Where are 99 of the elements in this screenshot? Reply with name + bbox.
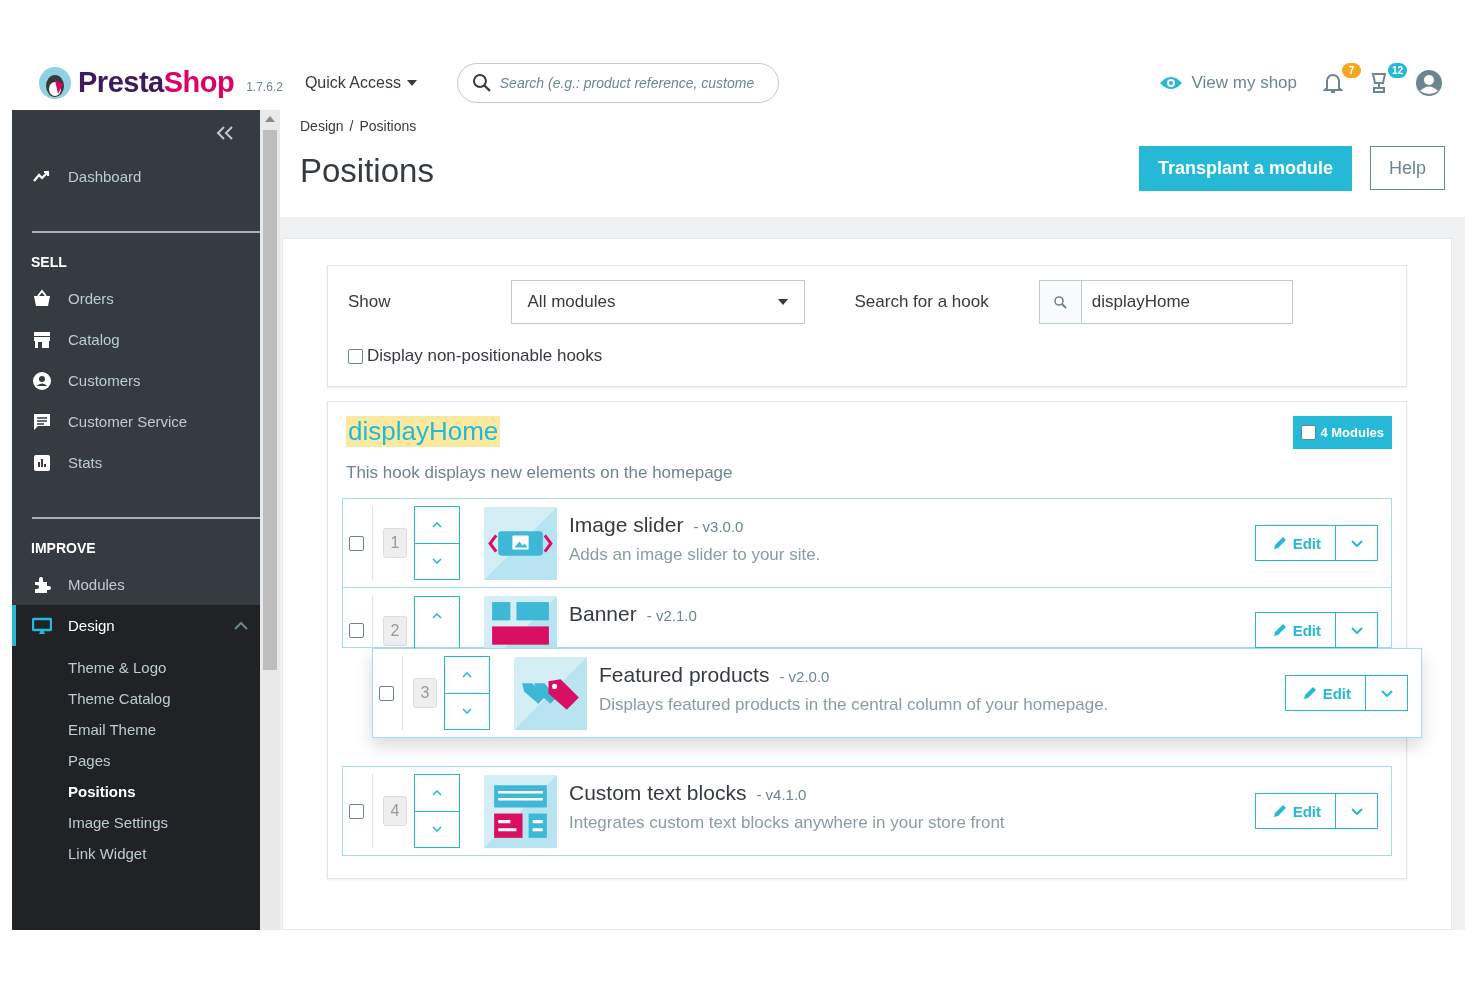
submenu-item[interactable]: Positions	[68, 776, 260, 807]
submenu-item[interactable]: Email Theme	[68, 714, 260, 745]
chevron-up-icon	[432, 521, 442, 528]
scroll-up-icon[interactable]	[265, 116, 275, 122]
user-avatar-icon[interactable]	[1415, 68, 1443, 97]
module-name: Banner	[569, 602, 637, 626]
position-number: 2	[383, 616, 407, 646]
logo-text: PrestaShop	[78, 66, 235, 99]
checkbox[interactable]	[349, 535, 364, 551]
trophy-icon[interactable]	[1369, 71, 1389, 94]
count-badge: 12	[1388, 62, 1407, 78]
submenu-item[interactable]: Pages	[68, 745, 260, 776]
module-row[interactable]: 4 Custom text blocks - v4.1.0 Integrates custom text blocks anywhere in your store front Edit	[342, 766, 1392, 856]
menu-item-icon	[32, 329, 52, 350]
module-name: Custom text blocks	[569, 781, 747, 805]
checkbox[interactable]	[1301, 425, 1317, 440]
menu-item-icon	[32, 288, 52, 309]
chevron-down-icon	[462, 708, 472, 715]
sidebar-item[interactable]: Customers	[12, 360, 260, 401]
module-row[interactable]: 3 Featured products - v2.0.0 Displays featured products in the central column of your homepage. Edit	[372, 648, 1422, 738]
hook-label: Search for a hook	[854, 292, 989, 312]
menu-item-icon	[32, 452, 52, 473]
module-row[interactable]: 1 Image slider - v3.0.0 Adds an image slider to your site. Edit	[342, 498, 1392, 588]
module-description: Displays featured products in the central column of your homepage.	[599, 695, 1110, 715]
pencil-icon	[1301, 685, 1318, 701]
sidebar-item[interactable]: Design	[12, 605, 260, 646]
submenu-item[interactable]: Image Settings	[68, 807, 260, 838]
module-version: - v2.0.0	[779, 668, 830, 685]
position-number: 4	[383, 796, 407, 826]
quick-access-menu[interactable]: Quick Access	[304, 73, 417, 92]
module-logo-icon	[484, 596, 557, 648]
chevron-down-icon	[432, 826, 442, 833]
module-description: Adds an image slider to your site.	[569, 545, 822, 565]
page-title: Positions	[300, 152, 434, 190]
chevron-up-icon	[432, 612, 442, 619]
show-label: Show	[348, 292, 391, 312]
menu-item-icon	[32, 370, 52, 391]
section-heading: SELL	[31, 254, 68, 270]
checkbox[interactable]	[349, 623, 364, 638]
module-description: Integrates custom text blocks anywhere in your store front	[569, 813, 1006, 833]
caret-down-icon	[777, 299, 788, 305]
breadcrumb-link[interactable]: Positions	[359, 118, 417, 134]
module-logo-icon	[514, 656, 587, 730]
hook-search-field[interactable]: displayHome	[1038, 280, 1293, 324]
count-badge: 7	[1342, 62, 1361, 78]
chevron-down-icon	[1380, 689, 1393, 697]
hook-name: displayHome	[346, 416, 501, 447]
sidebar-item[interactable]: Orders	[12, 278, 260, 319]
menu-item-icon	[32, 574, 52, 595]
menu-item-icon	[32, 615, 52, 636]
version-label: 1.7.6.2	[246, 79, 283, 94]
chevron-down-icon	[1350, 807, 1363, 815]
pencil-icon	[1271, 535, 1288, 551]
scrollbar[interactable]	[260, 110, 280, 930]
checkbox[interactable]	[348, 348, 363, 364]
chevron-up-icon[interactable]	[234, 621, 248, 630]
module-name: Featured products	[599, 663, 770, 687]
bell-icon[interactable]	[1323, 71, 1343, 94]
logo-icon	[38, 65, 72, 100]
module-logo-icon	[484, 506, 557, 580]
sidebar-item[interactable]: Stats	[12, 442, 260, 483]
checkbox-label: Display non-positionable hooks	[367, 346, 603, 366]
section-heading: IMPROVE	[31, 540, 97, 556]
chevron-down-icon	[1350, 626, 1363, 634]
position-number: 3	[413, 678, 437, 708]
chevron-up-icon	[462, 671, 472, 678]
sidebar-item[interactable]: Dashboard	[12, 156, 260, 197]
sidebar-item[interactable]: Customer Service	[12, 401, 260, 442]
eye-icon	[1159, 74, 1184, 91]
search-icon	[1053, 295, 1067, 309]
chevron-up-icon	[432, 789, 442, 796]
chevron-down-icon	[1350, 539, 1363, 547]
module-row[interactable]: 2 Banner - v2.1.0 Edit	[342, 588, 1392, 648]
position-number: 1	[383, 528, 407, 558]
hook-description: This hook displays new elements on the homepage	[346, 463, 734, 483]
view-shop-link[interactable]: View my shop	[1159, 72, 1297, 93]
pencil-icon	[1271, 622, 1288, 638]
pencil-icon	[1271, 803, 1288, 819]
sidebar-item[interactable]: Modules	[12, 564, 260, 605]
submenu-item[interactable]: Link Widget	[68, 838, 260, 869]
submenu-item[interactable]: Theme & Logo	[68, 652, 260, 683]
module-version: - v2.1.0	[646, 607, 697, 624]
module-logo-icon	[484, 774, 557, 848]
search-icon	[471, 72, 492, 93]
chevron-down-icon	[432, 558, 442, 565]
menu-item-icon	[32, 411, 52, 432]
checkbox[interactable]	[349, 803, 364, 819]
breadcrumb-link[interactable]: Design	[300, 118, 344, 134]
help-button[interactable]: Help	[1369, 146, 1445, 190]
caret-down-icon	[406, 79, 417, 86]
module-version: - v3.0.0	[693, 518, 744, 535]
module-name: Image slider	[569, 513, 684, 537]
module-version: - v4.1.0	[756, 786, 807, 803]
breadcrumb-separator: /	[349, 118, 354, 134]
sidebar-item[interactable]: Catalog	[12, 319, 260, 360]
collapse-icon[interactable]	[216, 126, 234, 140]
module-select[interactable]: All modules	[510, 280, 805, 324]
submenu-item[interactable]: Theme Catalog	[68, 683, 260, 714]
checkbox[interactable]	[379, 685, 394, 701]
